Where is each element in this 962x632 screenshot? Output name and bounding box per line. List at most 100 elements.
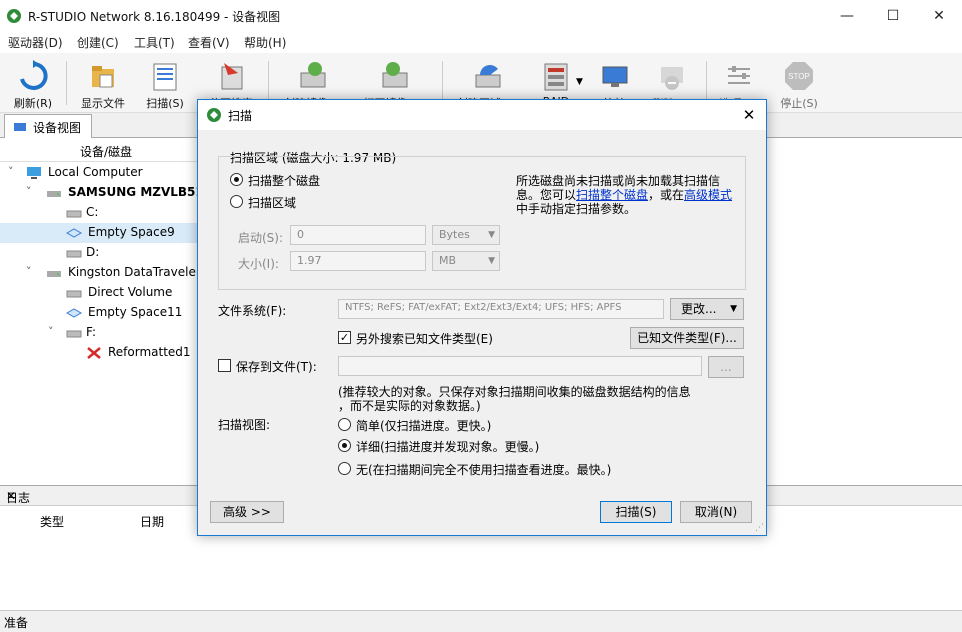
tree-row[interactable]: Empty Space11: [0, 303, 200, 323]
tree-row[interactable]: Direct Volume: [0, 283, 200, 303]
advanced-button[interactable]: 高级 >>: [210, 501, 284, 523]
radio-view-simple[interactable]: [338, 418, 351, 431]
drive-icon: [66, 330, 82, 338]
radio-scan-whole-disk[interactable]: [230, 173, 243, 186]
maximize-button[interactable]: ☐: [870, 0, 916, 31]
create-image-icon: [300, 62, 326, 88]
log-column-date[interactable]: 日期: [140, 513, 164, 530]
radio-view-detailed[interactable]: [338, 439, 351, 452]
stop-icon: STOP: [785, 62, 813, 90]
device-view-icon: [14, 123, 26, 131]
computer-icon: [27, 167, 41, 179]
extra-search-label[interactable]: 另外搜索已知文件类型(E): [356, 330, 493, 347]
extra-search-checkbox[interactable]: ✓: [338, 331, 351, 344]
advanced-mode-link[interactable]: 高级模式: [684, 188, 732, 202]
app-logo-icon: [207, 108, 221, 122]
filesystem-field[interactable]: NTFS; ReFS; FAT/exFAT; Ext2/Ext3/Ext4; U…: [338, 299, 664, 319]
status-text: 准备: [4, 616, 29, 630]
show-files-button[interactable]: 显示文件: [72, 57, 134, 110]
menu-bar: 驱动器(D) 创建(C) 工具(T) 查看(V) 帮助(H): [0, 31, 962, 53]
chevron-down-icon: ▼: [730, 304, 737, 314]
scan-button[interactable]: 扫描(S): [600, 501, 672, 523]
menu-help[interactable]: 帮助(H): [244, 34, 286, 51]
browse-button[interactable]: ...: [708, 356, 744, 378]
scan-view-label: 扫描视图:: [218, 418, 271, 432]
filesystem-label: 文件系统(F):: [218, 304, 287, 318]
tree-row[interactable]: Reformatted1: [0, 343, 200, 363]
radio-scan-region[interactable]: [230, 195, 243, 208]
known-file-types-button[interactable]: 已知文件类型(F)...: [630, 327, 744, 349]
menu-drive[interactable]: 驱动器(D): [8, 34, 63, 51]
tab-device-view[interactable]: 设备视图: [4, 114, 92, 138]
save-to-file-label[interactable]: 保存到文件(T):: [236, 358, 317, 375]
scan-region-label[interactable]: 扫描区域: [248, 194, 296, 211]
chevron-down-icon: ▼: [488, 230, 495, 240]
status-bar: 准备: [0, 610, 962, 632]
view-none-label[interactable]: 无(在扫描期间完全不使用扫描查看进度。最快。): [356, 461, 611, 478]
toolbar-separator: [66, 61, 67, 105]
size-input[interactable]: 1.97: [290, 251, 426, 271]
raid-dropdown-arrow[interactable]: ▼: [576, 77, 583, 87]
expand-arrow-icon[interactable]: ˅: [26, 185, 32, 198]
resize-grip-icon[interactable]: ⋰: [755, 523, 764, 533]
tree-row[interactable]: ˅ F:: [0, 323, 200, 343]
start-input[interactable]: 0: [290, 225, 426, 245]
scan-toolbar-button[interactable]: 扫描(S): [138, 57, 192, 110]
dialog-close-button[interactable]: ✕: [732, 100, 766, 130]
size-unit-select[interactable]: MB ▼: [432, 251, 500, 271]
dialog-title: 扫描: [228, 109, 253, 123]
options-icon: [728, 66, 750, 84]
log-column-type[interactable]: 类型: [40, 513, 64, 530]
expand-arrow-icon[interactable]: ˅: [48, 325, 54, 338]
save-file-path-input[interactable]: [338, 356, 702, 376]
scan-whole-disk-label[interactable]: 扫描整个磁盘: [248, 172, 320, 189]
refresh-icon: [20, 60, 48, 90]
change-filesystem-button[interactable]: 更改... ▼: [670, 298, 744, 320]
expand-arrow-icon[interactable]: ˅: [8, 165, 14, 178]
expand-arrow-icon[interactable]: ˅: [26, 265, 32, 278]
radio-view-none[interactable]: [338, 462, 351, 475]
empty-space-icon: [66, 228, 82, 238]
cancel-button[interactable]: 取消(N): [680, 501, 752, 523]
dialog-title-bar: 扫描 ✕: [198, 100, 766, 130]
disk-icon: [47, 271, 61, 277]
delete-icon: [661, 67, 683, 90]
tree-row[interactable]: ˅ SAMSUNG MZVLB51...: [0, 183, 217, 203]
partition-search-icon: [221, 63, 243, 90]
raid-icon: [544, 63, 568, 91]
save-note-line-2: ，而不是实际的对象数据。): [338, 399, 481, 413]
tree-row[interactable]: D:: [0, 243, 200, 263]
menu-tools[interactable]: 工具(T): [134, 34, 175, 51]
tree-row[interactable]: ˅ Kingston DataTraveler...: [0, 263, 211, 283]
start-unit-select[interactable]: Bytes ▼: [432, 225, 500, 245]
scan-dialog: 扫描 ✕ 扫描区域 (磁盘大小: 1.97 MB) 扫描整个磁盘 扫描区域 所选…: [197, 99, 767, 536]
disk-icon: [47, 191, 61, 197]
refresh-button[interactable]: 刷新(R): [6, 57, 60, 110]
close-window-button[interactable]: ✕: [916, 0, 962, 31]
view-detailed-label[interactable]: 详细(扫描进度并发现对象。更慢。): [356, 438, 539, 455]
minimize-button[interactable]: —: [824, 0, 870, 31]
drive-icon: [66, 290, 82, 298]
open-image-icon: [382, 62, 408, 88]
chevron-down-icon: ▼: [488, 256, 495, 266]
stop-button[interactable]: STOP 停止(S): [772, 57, 826, 110]
show-files-icon: [92, 66, 114, 88]
size-label: 大小(I):: [238, 257, 279, 271]
connect-icon: [602, 66, 628, 87]
view-simple-label[interactable]: 简单(仅扫描进度。更快。): [356, 417, 491, 434]
svg-text:STOP: STOP: [788, 72, 810, 81]
info-text-line-3: 中手动指定扫描参数。: [516, 202, 637, 216]
window-title: R-STUDIO Network 8.16.180499 - 设备视图: [28, 10, 281, 24]
app-logo-icon: [7, 9, 21, 23]
tree-row[interactable]: C:: [0, 203, 200, 223]
tree-row-selected[interactable]: Empty Space9: [0, 223, 200, 243]
menu-view[interactable]: 查看(V): [188, 34, 230, 51]
start-label: 启动(S):: [238, 231, 284, 245]
drive-icon: [66, 250, 82, 258]
tree-row[interactable]: ˅ Local Computer: [0, 163, 200, 183]
tree-column-header[interactable]: 设备/磁盘: [0, 138, 200, 162]
drive-icon: [66, 210, 82, 218]
save-to-file-checkbox[interactable]: [218, 359, 231, 372]
menu-create[interactable]: 创建(C): [77, 34, 119, 51]
empty-space-icon: [66, 308, 82, 318]
